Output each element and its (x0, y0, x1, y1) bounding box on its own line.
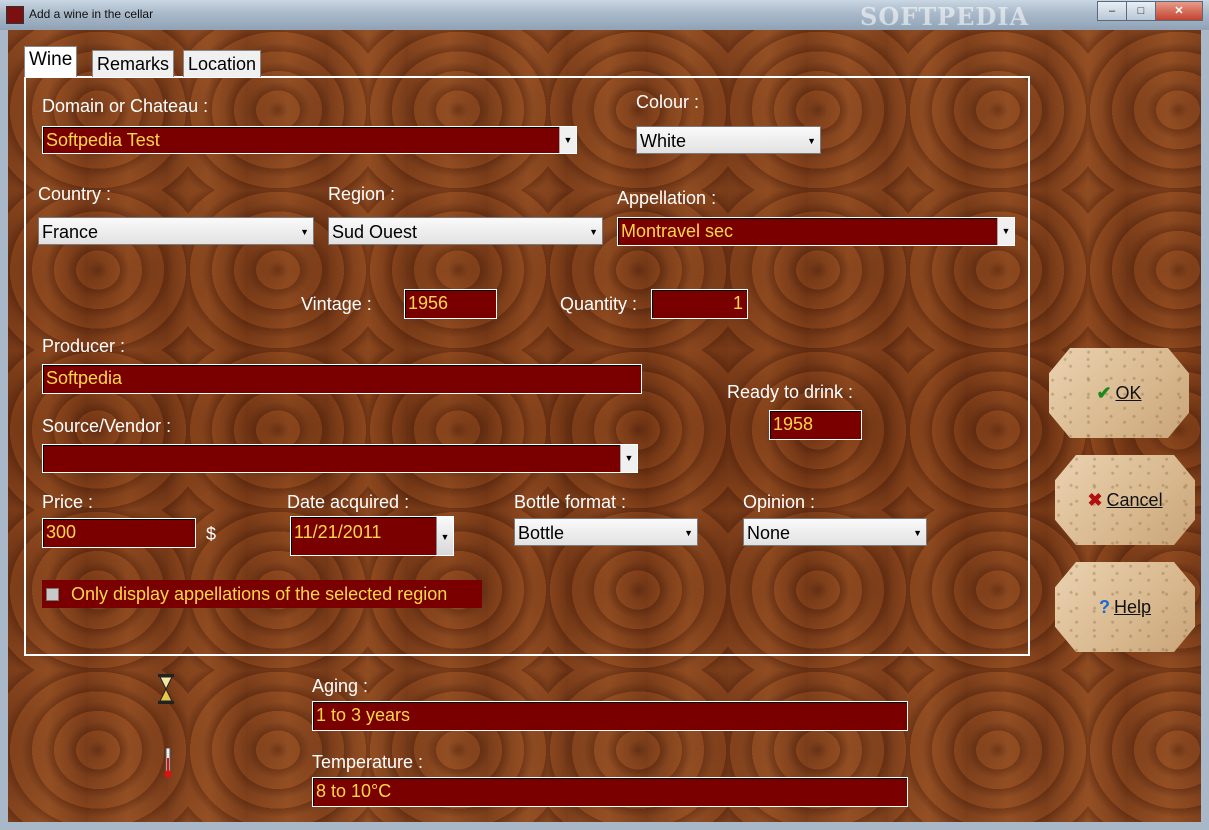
window-title: Add a wine in the cellar (29, 7, 154, 21)
maximize-button[interactable]: □ (1126, 1, 1156, 21)
appellation-label: Appellation : (617, 188, 717, 208)
date-acquired-field[interactable]: 11/21/2011 ▼ (290, 516, 454, 556)
app-icon (6, 6, 24, 24)
chevron-down-icon: ▼ (300, 227, 309, 237)
window-frame-right (1201, 30, 1209, 822)
chevron-down-icon[interactable]: ▼ (620, 445, 637, 472)
tab-remarks[interactable]: Remarks (92, 50, 175, 77)
colour-value: White (640, 131, 687, 151)
chevron-down-icon: ▼ (807, 136, 816, 146)
colour-select[interactable]: White ▼ (636, 126, 821, 154)
vendor-label: Source/Vendor : (42, 416, 172, 436)
bottle-format-value: Bottle (518, 523, 565, 543)
cross-icon: ✖ (1087, 489, 1103, 510)
chevron-down-icon[interactable]: ▼ (559, 127, 576, 153)
opinion-select[interactable]: None ▼ (743, 518, 927, 546)
domain-value: Softpedia Test (46, 130, 160, 150)
appellation-combo[interactable]: Montravel sec ▼ (617, 217, 1015, 246)
bottle-format-label: Bottle format : (514, 492, 627, 512)
price-label: Price : (42, 492, 94, 512)
aging-label: Aging : (312, 676, 369, 696)
ready-to-drink-field[interactable]: 1958 (769, 410, 862, 440)
ok-label: OK (1115, 382, 1142, 403)
region-value: Sud Ouest (332, 222, 418, 242)
only-region-appellations-label: Only display appellations of the selecte… (71, 583, 448, 604)
region-select[interactable]: Sud Ouest ▼ (328, 217, 603, 245)
quantity-label: Quantity : (560, 294, 638, 314)
ready-to-drink-label: Ready to drink : (727, 382, 854, 402)
domain-combo[interactable]: Softpedia Test ▼ (42, 126, 577, 154)
question-mark-icon: ? (1098, 596, 1110, 617)
quantity-field[interactable]: 1 (651, 289, 748, 319)
currency-symbol: $ (206, 524, 217, 544)
producer-label: Producer : (42, 336, 126, 356)
chevron-down-icon: ▼ (684, 528, 693, 538)
close-button[interactable]: ✕ (1155, 1, 1203, 21)
vendor-combo[interactable]: ▼ (42, 444, 638, 473)
vintage-label: Vintage : (301, 294, 372, 314)
colour-label: Colour : (636, 92, 700, 112)
tab-location[interactable]: Location (183, 50, 262, 77)
chevron-down-icon: ▼ (913, 528, 922, 538)
date-acquired-label: Date acquired : (287, 492, 410, 512)
producer-field[interactable]: Softpedia (42, 364, 642, 394)
chevron-down-icon: ▼ (589, 227, 598, 237)
country-value: France (42, 222, 99, 242)
title-bar: Add a wine in the cellar SOFTPEDIA – □ ✕ (0, 0, 1209, 31)
tab-wine[interactable]: Wine (24, 46, 78, 77)
checkmark-icon: ✔ (1096, 382, 1112, 403)
calendar-dropdown-icon[interactable]: ▼ (436, 517, 453, 555)
country-select[interactable]: France ▼ (38, 217, 314, 245)
country-label: Country : (38, 184, 112, 204)
opinion-value: None (747, 523, 791, 543)
cancel-button[interactable]: ✖ Cancel (1055, 455, 1195, 545)
window-frame-left (0, 30, 8, 822)
help-button[interactable]: ? Help (1055, 562, 1195, 652)
vintage-field[interactable]: 1956 (404, 289, 497, 319)
checkbox[interactable] (46, 587, 59, 601)
region-label: Region : (328, 184, 396, 204)
thermometer-icon (164, 748, 172, 778)
appellation-value: Montravel sec (621, 221, 734, 241)
cancel-label: Cancel (1106, 489, 1163, 510)
bottle-format-select[interactable]: Bottle ▼ (514, 518, 698, 546)
watermark-text: SOFTPEDIA (860, 2, 1030, 31)
temperature-field: 8 to 10°C (312, 777, 908, 807)
help-label: Help (1113, 596, 1152, 617)
domain-label: Domain or Chateau : (42, 96, 209, 116)
chevron-down-icon[interactable]: ▼ (997, 218, 1014, 245)
date-acquired-value: 11/21/2011 (294, 522, 382, 542)
window-frame-bottom (0, 822, 1209, 830)
minimize-button[interactable]: – (1097, 1, 1127, 21)
price-field[interactable]: 300 (42, 518, 196, 548)
hourglass-icon (158, 674, 174, 704)
opinion-label: Opinion : (743, 492, 816, 512)
ok-button[interactable]: ✔ OK (1049, 348, 1189, 438)
aging-field: 1 to 3 years (312, 701, 908, 731)
only-region-appellations-checkbox-row[interactable]: Only display appellations of the selecte… (42, 580, 482, 608)
temperature-label: Temperature : (312, 752, 424, 772)
